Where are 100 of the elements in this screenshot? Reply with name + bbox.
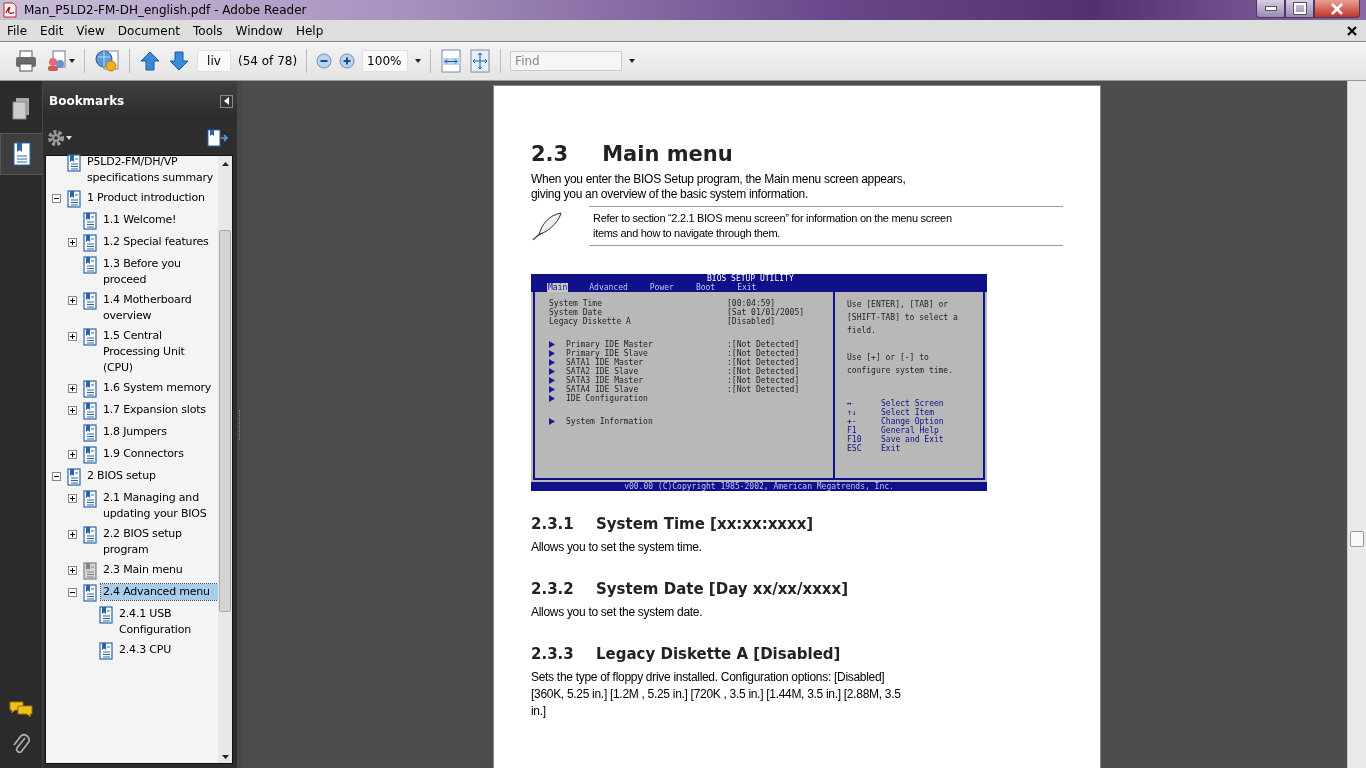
caret-icon[interactable] [69, 59, 75, 63]
bios-submenu: Primary IDE Master [566, 340, 654, 349]
menu-item[interactable]: Help [288, 23, 330, 38]
pages-icon[interactable] [11, 97, 31, 121]
bookmarks-tab[interactable] [0, 133, 42, 175]
close-icon[interactable] [1347, 25, 1357, 36]
bookmark-item[interactable]: 1.4 Motherboard overview [101, 292, 218, 324]
bookmark-item[interactable]: 2.3 Main menu [101, 562, 218, 578]
comments-icon[interactable] [9, 700, 33, 720]
bookmark-item[interactable]: 1.3 Before you proceed [101, 256, 218, 288]
minimize-button[interactable] [1256, 0, 1285, 18]
maximize-button[interactable] [1285, 0, 1314, 18]
bookmark-item[interactable]: 2.4.3 CPU [117, 642, 218, 658]
paragraph: Sets the type of floppy drive installed. Configuration options: [Disabled] [360K, 5.25 in.] [1.2M , 5.25 in.] [720K , 3.5 in.] [1.44M, 3.5 in.] [2.88M, 3.5 in.] [531, 669, 902, 720]
fit-page-icon[interactable] [469, 49, 492, 73]
pdf-file-icon [2, 2, 18, 18]
bios-key-action: Exit [881, 444, 901, 453]
section-heading: Legacy Diskette A [Disabled] [596, 645, 841, 663]
bookmark-item[interactable]: 1.2 Special features [101, 234, 218, 250]
heading-number: 2.3 [531, 142, 569, 166]
scroll-down-icon[interactable] [221, 755, 229, 759]
bookmark-item[interactable]: 1.9 Connectors [101, 446, 218, 462]
bookmark-item[interactable]: 1.1 Welcome! [101, 212, 218, 228]
bios-submenu: SATA1 IDE Master [566, 358, 645, 367]
expand-icon[interactable] [68, 384, 77, 393]
bookmark-item[interactable]: 2.1 Managing and updating your BIOS [101, 490, 218, 522]
expand-icon[interactable] [68, 406, 77, 415]
bios-key-action: Change Option [881, 417, 944, 426]
bios-key-action: Select Screen [881, 399, 944, 408]
arrow-up-icon[interactable] [139, 50, 161, 72]
web-page-icon[interactable] [94, 48, 120, 74]
expand-icon[interactable] [68, 450, 77, 459]
bios-submenu: Primary IDE Slave [566, 349, 649, 358]
quill-icon [531, 211, 565, 241]
paragraph: Allows you to set the system date. [531, 604, 704, 621]
expand-icon[interactable] [68, 332, 77, 341]
bookmark-item[interactable]: 1.6 System memory [101, 380, 218, 396]
menu-item[interactable]: Edit [33, 23, 70, 38]
caret-icon[interactable] [66, 136, 72, 140]
expand-icon[interactable] [68, 296, 77, 305]
fit-width-icon[interactable] [440, 49, 463, 73]
bios-value: :[Not Detected] [727, 376, 800, 385]
collapse-icon[interactable] [68, 588, 77, 597]
bookmark-item[interactable]: 2.4.1 USB Configuration [117, 606, 218, 638]
scrollbar-thumb[interactable] [1350, 531, 1364, 547]
menu-item[interactable]: Tools [186, 23, 229, 38]
caret-icon[interactable] [629, 59, 636, 63]
bookmark-item[interactable]: 2.4 Advanced menu [101, 584, 218, 600]
bookmark-item[interactable]: 2 BIOS setup [85, 468, 218, 484]
bios-value: :[Not Detected] [727, 340, 800, 349]
zoom-out-icon[interactable] [316, 53, 333, 69]
expand-icon[interactable] [68, 530, 77, 539]
bookmark-item[interactable]: 1 Product introduction [85, 190, 218, 206]
caret-icon[interactable] [415, 59, 422, 63]
bios-key-action: General Help [881, 426, 939, 435]
expand-icon[interactable] [68, 238, 77, 247]
section-number: 2.3.3 [531, 645, 575, 663]
bookmark-icon[interactable] [11, 142, 32, 166]
bookmark-item[interactable]: 2.2 BIOS setup program [101, 526, 218, 558]
scroll-up-icon[interactable] [221, 162, 229, 166]
menu-item[interactable]: Document [110, 23, 186, 38]
options-button[interactable] [47, 129, 72, 147]
scrollbar-thumb[interactable] [219, 230, 231, 612]
expand-icon[interactable] [68, 494, 77, 503]
bios-submenu: IDE Configuration [566, 394, 649, 403]
menu-item[interactable]: View [69, 23, 111, 38]
window-title: Man_P5LD2-FM-DH_english.pdf - Adobe Reader [24, 3, 307, 17]
bios-value: [00:04:59] [727, 299, 776, 308]
close-button[interactable] [1314, 0, 1360, 18]
expand-icon[interactable] [68, 566, 77, 575]
bios-key: ESC [847, 444, 881, 453]
expand-bookmark-icon[interactable] [207, 129, 229, 147]
bios-value: :[Not Detected] [727, 349, 800, 358]
bios-key: ↑↓ [847, 408, 881, 417]
zoom-in-icon[interactable] [339, 53, 356, 69]
bios-help-text: Use [+] or [-] to configure system time. [847, 352, 954, 377]
bios-value: [Disabled] [727, 317, 776, 326]
bios-key: F10 [847, 435, 881, 444]
arrow-down-icon[interactable] [168, 50, 190, 72]
bios-value: :[Not Detected] [727, 367, 800, 376]
note-text: Refer to section “2.2.1 BIOS menu screen” for information on the menu screen items and how to navigate through them. [589, 206, 1063, 246]
bios-submenu: SATA3 IDE Master [566, 376, 645, 385]
collaborate-button[interactable] [45, 49, 75, 73]
bookmark-item[interactable]: 1.7 Expansion slots [101, 402, 218, 418]
paperclip-icon[interactable] [11, 732, 31, 756]
page-number-field[interactable]: liv [197, 50, 231, 72]
find-field[interactable]: Find [510, 51, 623, 71]
bookmark-item[interactable]: P5LD2-FM/DH/VP specifications summary [85, 154, 218, 186]
splitter-handle[interactable] [238, 409, 242, 440]
bookmark-item[interactable]: 1.5 Central Processing Unit (CPU) [101, 328, 218, 376]
bios-title: BIOS SETUP UTILITY [707, 274, 794, 283]
printer-icon[interactable] [14, 49, 38, 73]
bookmark-item[interactable]: 1.8 Jumpers [101, 424, 218, 440]
menu-item[interactable]: Window [228, 23, 289, 38]
zoom-field[interactable]: 100% [362, 50, 409, 72]
collapse-icon[interactable] [52, 472, 61, 481]
menu-item[interactable]: File [0, 23, 34, 38]
collapse-icon[interactable] [52, 194, 61, 203]
bios-key: +- [847, 417, 881, 426]
bios-tab-label: Boot [694, 283, 717, 292]
